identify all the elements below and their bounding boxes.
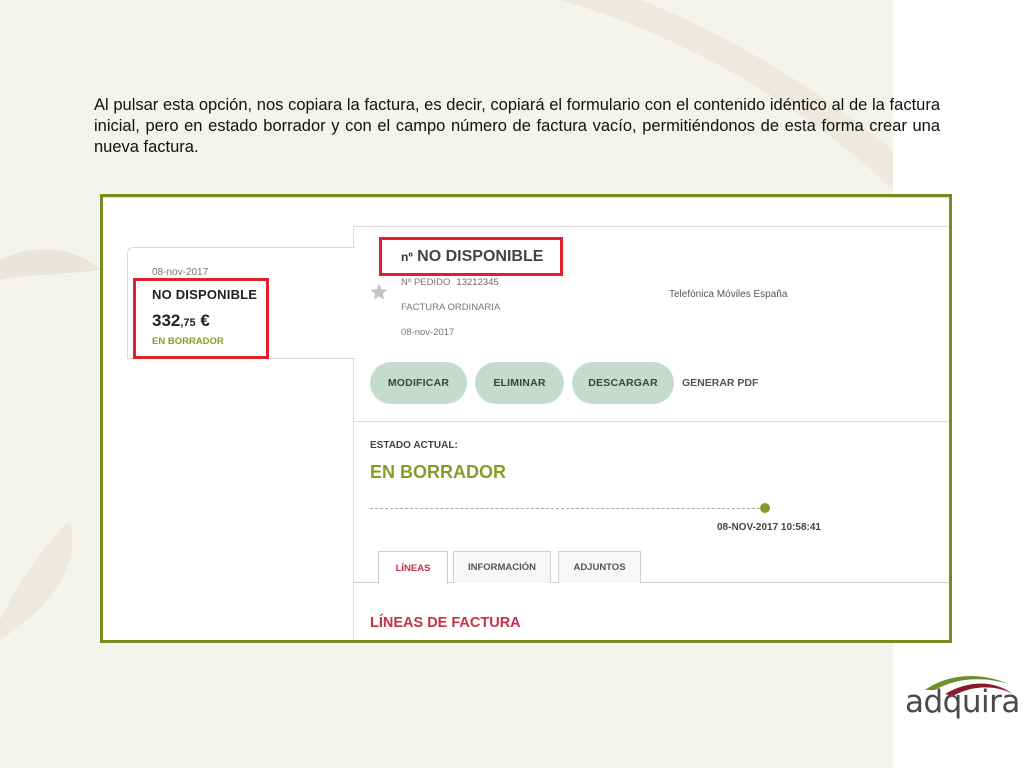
invoice-date: 08-nov-2017 — [401, 327, 455, 338]
order-number: Nº PEDIDO 13212345 — [401, 277, 499, 288]
screenshot-frame: 08-nov-2017 NO DISPONIBLE 332,75 € EN BO… — [100, 194, 952, 643]
detail-top-border — [353, 226, 949, 227]
order-value: 13212345 — [456, 277, 499, 288]
adquira-logo-text: adquira — [905, 684, 1020, 720]
state-label: ESTADO ACTUAL: — [370, 440, 458, 451]
state-value: EN BORRADOR — [370, 462, 507, 482]
timeline-timestamp: 08-NOV-2017 10:58:41 — [717, 522, 821, 533]
order-label: Nº PEDIDO — [401, 277, 451, 288]
generate-pdf-link[interactable]: GENERAR PDF — [682, 377, 758, 389]
star-icon[interactable] — [369, 282, 389, 302]
highlight-box-number — [379, 237, 563, 276]
invoice-type: FACTURA ORDINARIA — [401, 302, 501, 313]
supplier-name: Telefónica Móviles España — [669, 289, 788, 300]
tab-adjuntos[interactable]: ADJUNTOS — [558, 551, 641, 583]
tab-informacion[interactable]: INFORMACIÓN — [453, 551, 551, 583]
card-date: 08-nov-2017 — [152, 267, 209, 278]
state-timeline — [370, 508, 760, 509]
timeline-dot — [760, 503, 770, 513]
section-title: LÍNEAS DE FACTURA — [370, 615, 521, 631]
delete-button[interactable]: ELIMINAR — [475, 362, 564, 404]
download-button[interactable]: DESCARGAR — [572, 362, 674, 404]
highlight-box-card — [133, 278, 269, 359]
top-divider — [103, 197, 949, 198]
tab-lineas[interactable]: LÍNEAS — [378, 551, 448, 584]
modify-button[interactable]: MODIFICAR — [370, 362, 467, 404]
actions-divider — [354, 421, 949, 422]
intro-paragraph: Al pulsar esta opción, nos copiara la fa… — [94, 96, 940, 156]
